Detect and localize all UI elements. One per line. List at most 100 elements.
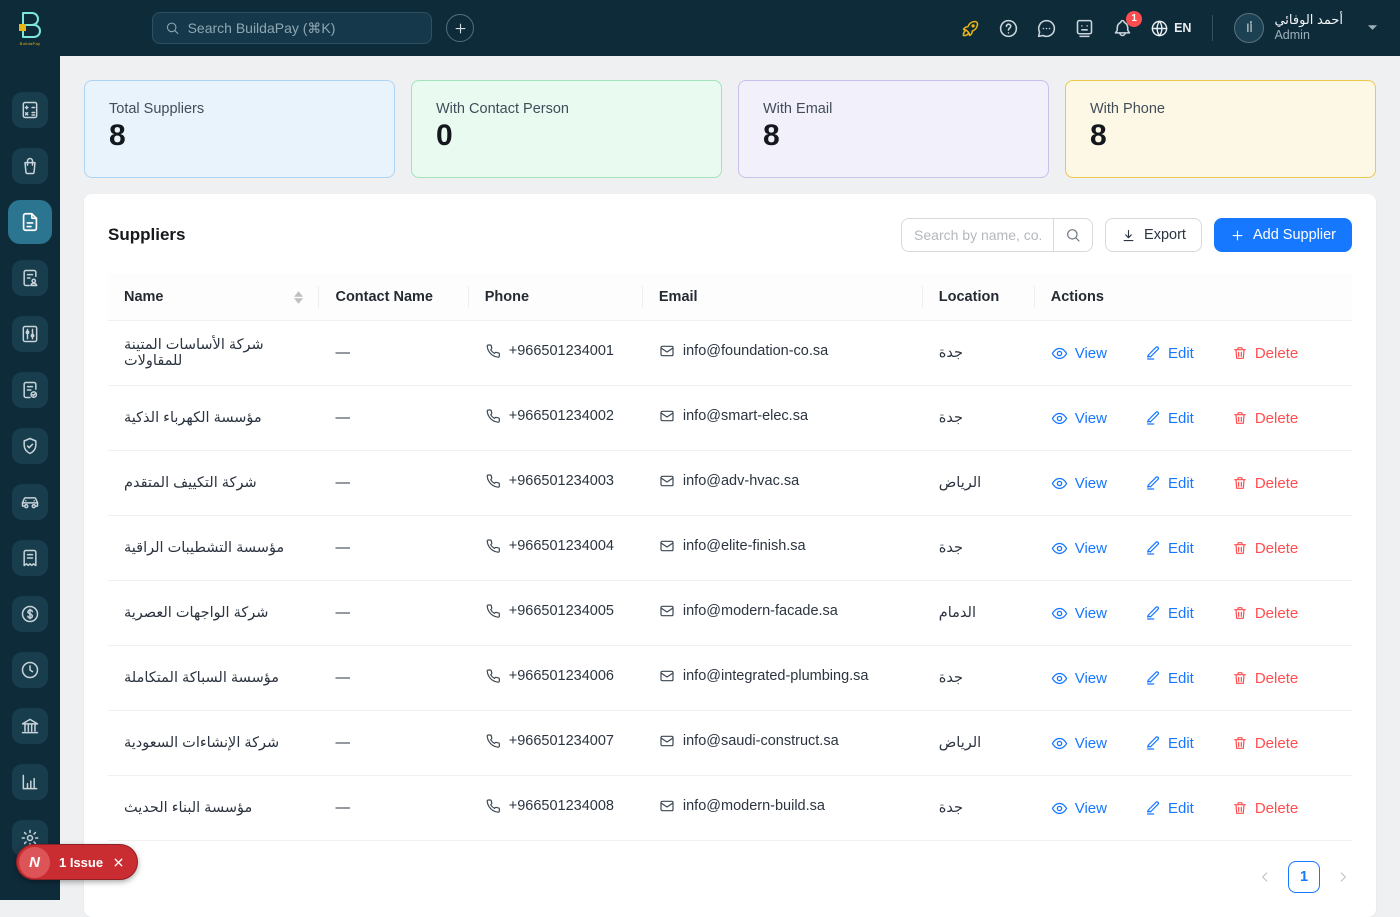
trash-icon [1232,605,1248,621]
view-button[interactable]: View [1051,800,1107,817]
help-icon[interactable] [998,18,1019,39]
user-menu[interactable]: أا أحمد الوفائي Admin [1234,12,1378,44]
close-icon[interactable] [112,856,125,869]
view-button[interactable]: View [1051,410,1107,427]
view-button[interactable]: View [1051,735,1107,752]
view-button[interactable]: View [1051,540,1107,557]
table-search [901,218,1093,252]
sidebar-item-file-user[interactable] [12,260,48,296]
trash-icon [1232,800,1248,816]
trash-icon [1232,410,1248,426]
supplier-location: جدة [939,800,963,816]
delete-button[interactable]: Delete [1232,410,1298,427]
edit-button[interactable]: Edit [1145,410,1194,427]
sidebar-item-file-check[interactable] [12,372,48,408]
pencil-icon [1145,605,1161,621]
user-name: أحمد الوفائي [1274,12,1343,28]
buildapay-logo-icon [17,10,43,40]
sort-icon[interactable] [294,291,303,304]
pencil-icon [1145,410,1161,426]
add-supplier-button[interactable]: Add Supplier [1214,218,1352,252]
table-row: مؤسسة السباكة المتكاملة — +966501234006 … [108,646,1352,711]
delete-button[interactable]: Delete [1232,475,1298,492]
phone-icon [485,343,501,359]
view-button[interactable]: View [1051,475,1107,492]
global-search[interactable] [152,12,432,44]
edit-button[interactable]: Edit [1145,735,1194,752]
page-number-button[interactable]: 1 [1288,861,1320,893]
edit-button[interactable]: Edit [1145,540,1194,557]
supplier-location: جدة [939,670,963,686]
edit-button[interactable]: Edit [1145,345,1194,362]
edit-button[interactable]: Edit [1145,475,1194,492]
sidebar-item-sliders[interactable] [12,316,48,352]
mail-icon [659,733,675,749]
table-row: شركة الإنشاءات السعودية — +966501234007 … [108,711,1352,776]
notification-badge: 1 [1126,11,1142,27]
global-search-input[interactable] [188,20,419,36]
docs-icon[interactable] [1074,18,1095,39]
rocket-icon[interactable] [960,18,981,39]
supplier-phone: +966501234005 [509,603,614,619]
edit-button[interactable]: Edit [1145,605,1194,622]
supplier-contact: — [335,475,350,491]
bell-icon[interactable]: 1 [1112,18,1133,39]
delete-button[interactable]: Delete [1232,540,1298,557]
supplier-phone: +966501234007 [509,733,614,749]
table-search-input[interactable] [901,218,1053,252]
prev-page-button[interactable] [1258,870,1272,884]
search-icon [1065,227,1081,243]
delete-button[interactable]: Delete [1232,605,1298,622]
quick-add-button[interactable] [446,14,474,42]
dev-issue-badge[interactable]: N 1 Issue [16,844,138,880]
sidebar-item-bar-chart[interactable] [12,764,48,800]
table-row: مؤسسة الكهرباء الذكية — +966501234002 in… [108,386,1352,451]
supplier-phone: +966501234001 [509,343,614,359]
column-header-name[interactable]: Name [108,274,319,321]
suppliers-table: Name Contact Name Phone Email Location A… [108,274,1352,841]
next-page-button[interactable] [1336,870,1350,884]
edit-button[interactable]: Edit [1145,800,1194,817]
supplier-location: جدة [939,540,963,556]
sidebar-item-clock[interactable] [12,652,48,688]
delete-button[interactable]: Delete [1232,800,1298,817]
logo-caption: BuildaPay [20,41,41,46]
eye-icon [1051,800,1068,817]
supplier-email: info@foundation-co.sa [683,343,828,359]
supplier-name: مؤسسة التشطيبات الراقية [124,540,284,556]
table-search-button[interactable] [1053,218,1093,252]
view-button[interactable]: View [1051,605,1107,622]
issue-count-label: 1 Issue [59,855,103,870]
phone-icon [485,408,501,424]
delete-button[interactable]: Delete [1232,735,1298,752]
export-button[interactable]: Export [1105,218,1202,252]
sidebar-item-shield-check[interactable] [12,428,48,464]
delete-button[interactable]: Delete [1232,345,1298,362]
mail-icon [659,668,675,684]
stats-row: Total Suppliers 8 With Contact Person 0 … [84,80,1376,178]
sidebar-item-receipt[interactable] [12,540,48,576]
view-button[interactable]: View [1051,345,1107,362]
supplier-contact: — [335,410,350,426]
view-button[interactable]: View [1051,670,1107,687]
sidebar-item-bank[interactable] [12,708,48,744]
supplier-contact: — [335,735,350,751]
sidebar-item-calculator[interactable] [12,92,48,128]
supplier-email: info@smart-elec.sa [683,408,808,424]
pencil-icon [1145,475,1161,491]
chat-icon[interactable] [1036,18,1057,39]
language-switcher[interactable]: EN [1150,19,1191,38]
plus-icon [453,21,468,36]
sidebar-item-shopping-bag[interactable] [12,148,48,184]
trash-icon [1232,345,1248,361]
sidebar-item-dollar-coin[interactable] [12,596,48,632]
calculator-icon [20,100,40,120]
app-logo[interactable]: BuildaPay [0,10,60,46]
delete-button[interactable]: Delete [1232,670,1298,687]
supplier-name: شركة الأساسات المتينة للمقاولات [124,337,264,369]
stat-label: With Phone [1090,101,1351,117]
edit-button[interactable]: Edit [1145,670,1194,687]
sidebar-item-car[interactable] [12,484,48,520]
pagination: 1 [108,861,1352,893]
sidebar-item-file-active[interactable] [8,200,52,244]
